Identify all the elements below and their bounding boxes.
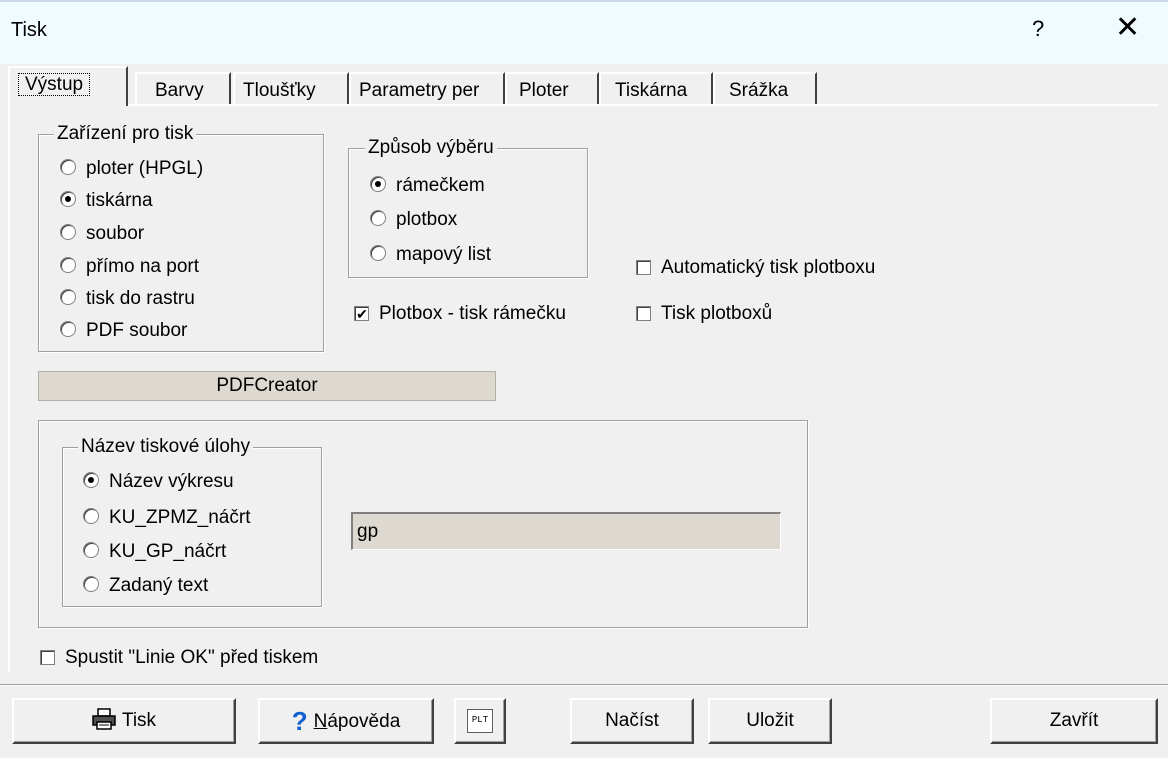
radio-label: plotbox xyxy=(396,209,458,230)
radio-nazev-vykresu[interactable]: Název výkresu xyxy=(83,471,234,493)
radio-plotbox[interactable]: plotbox xyxy=(370,209,457,231)
printer-name-display: PDFCreator xyxy=(38,371,496,401)
radio-indicator xyxy=(83,542,99,558)
radio-label: tisk do rastru xyxy=(86,288,195,309)
radio-indicator-selected xyxy=(60,191,76,207)
radio-label: přímo na port xyxy=(86,256,199,277)
radio-indicator-selected xyxy=(83,472,99,488)
radio-label: tiskárna xyxy=(86,190,153,211)
checkbox-label: Spustit "Linie OK" před tiskem xyxy=(65,647,319,668)
radio-label: ploter (HPGL) xyxy=(86,158,204,179)
radio-indicator xyxy=(83,576,99,592)
radio-tiskarna[interactable]: tiskárna xyxy=(60,190,153,212)
help-button-label: ápověda xyxy=(327,711,401,732)
radio-primo-na-port[interactable]: přímo na port xyxy=(60,256,199,278)
help-button[interactable]: ? Nápověda xyxy=(258,698,434,744)
title-bar xyxy=(0,0,1168,64)
radio-indicator xyxy=(60,224,76,240)
radio-label: PDF soubor xyxy=(86,320,188,341)
radio-soubor[interactable]: soubor xyxy=(60,223,144,245)
radio-zadany-text[interactable]: Zadaný text xyxy=(83,575,208,597)
print-button-label: Tisk xyxy=(121,710,157,731)
save-button[interactable]: Uložit xyxy=(708,698,832,744)
footer-separator xyxy=(0,684,1168,686)
tab-tloustky[interactable]: Tloušťky xyxy=(233,72,349,104)
help-title-button[interactable]: ? xyxy=(1032,16,1044,42)
plt-file-icon: PLT xyxy=(467,708,493,733)
radio-label: KU_GP_náčrt xyxy=(109,541,227,562)
radio-pdf-soubor[interactable]: PDF soubor xyxy=(60,320,187,342)
load-button[interactable]: Načíst xyxy=(570,698,694,744)
close-title-button[interactable]: ✕ xyxy=(1115,10,1140,45)
tab-label: Výstup xyxy=(18,73,91,96)
radio-label: Zadaný text xyxy=(109,575,209,596)
checkbox-plotbox-ramecek[interactable]: Plotbox - tisk rámečku xyxy=(354,303,566,325)
radio-ku-gp-nacrt[interactable]: KU_GP_náčrt xyxy=(83,541,226,563)
plt-button[interactable]: PLT xyxy=(454,698,506,744)
checkbox-spustit-linie-ok[interactable]: Spustit "Linie OK" před tiskem xyxy=(40,647,318,669)
window-title: Tisk xyxy=(11,19,47,41)
checkbox-indicator xyxy=(40,650,55,665)
tab-ploter[interactable]: Ploter xyxy=(505,72,599,104)
radio-indicator xyxy=(60,257,76,273)
radio-mapovy-list[interactable]: mapový list xyxy=(370,244,491,266)
checkbox-label: Plotbox - tisk rámečku xyxy=(379,303,566,324)
radio-indicator xyxy=(60,159,76,175)
tab-tiskarna[interactable]: Tiskárna xyxy=(599,72,713,104)
checkbox-indicator xyxy=(636,260,651,275)
printer-icon xyxy=(92,708,116,730)
radio-rameckem[interactable]: rámečkem xyxy=(370,175,485,197)
jobname-text-field[interactable] xyxy=(351,512,781,550)
tab-parametry-per[interactable]: Parametry per xyxy=(349,72,505,104)
radio-indicator xyxy=(60,289,76,305)
help-button-mnemonic: N xyxy=(313,711,328,732)
radio-label: Název výkresu xyxy=(109,471,234,492)
print-button[interactable]: Tisk xyxy=(12,698,236,744)
radio-label: mapový list xyxy=(396,244,492,265)
radio-label: soubor xyxy=(86,223,145,244)
radio-indicator xyxy=(370,210,386,226)
radio-indicator xyxy=(83,508,99,524)
checkbox-auto-plotbox[interactable]: Automatický tisk plotboxu xyxy=(636,257,875,279)
question-icon: ? xyxy=(291,706,308,736)
radio-label: KU_ZPMZ_náčrt xyxy=(109,507,251,528)
checkbox-label: Tisk plotboxů xyxy=(661,303,773,324)
jobname-group-legend: Název tiskové úlohy xyxy=(78,436,253,458)
radio-ploter-hpgl[interactable]: ploter (HPGL) xyxy=(60,158,203,180)
device-group-legend: Zařízení pro tisk xyxy=(54,123,197,145)
checkbox-indicator-checked xyxy=(354,306,369,321)
radio-indicator-selected xyxy=(370,176,386,192)
tab-srazka[interactable]: Srážka xyxy=(713,72,817,104)
checkbox-tisk-plotboxu[interactable]: Tisk plotboxů xyxy=(636,303,772,325)
radio-tisk-do-rastru[interactable]: tisk do rastru xyxy=(60,288,195,310)
radio-indicator xyxy=(370,245,386,261)
checkbox-label: Automatický tisk plotboxu xyxy=(661,257,876,278)
radio-indicator xyxy=(60,321,76,337)
tab-vystup[interactable]: Výstup xyxy=(8,66,128,106)
checkbox-indicator xyxy=(636,306,651,321)
radio-ku-zpmz-nacrt[interactable]: KU_ZPMZ_náčrt xyxy=(83,507,250,529)
selection-group-legend: Způsob výběru xyxy=(365,137,497,159)
close-button[interactable]: Zavřít xyxy=(990,698,1158,744)
tab-barvy[interactable]: Barvy xyxy=(135,72,231,104)
radio-label: rámečkem xyxy=(396,175,485,196)
